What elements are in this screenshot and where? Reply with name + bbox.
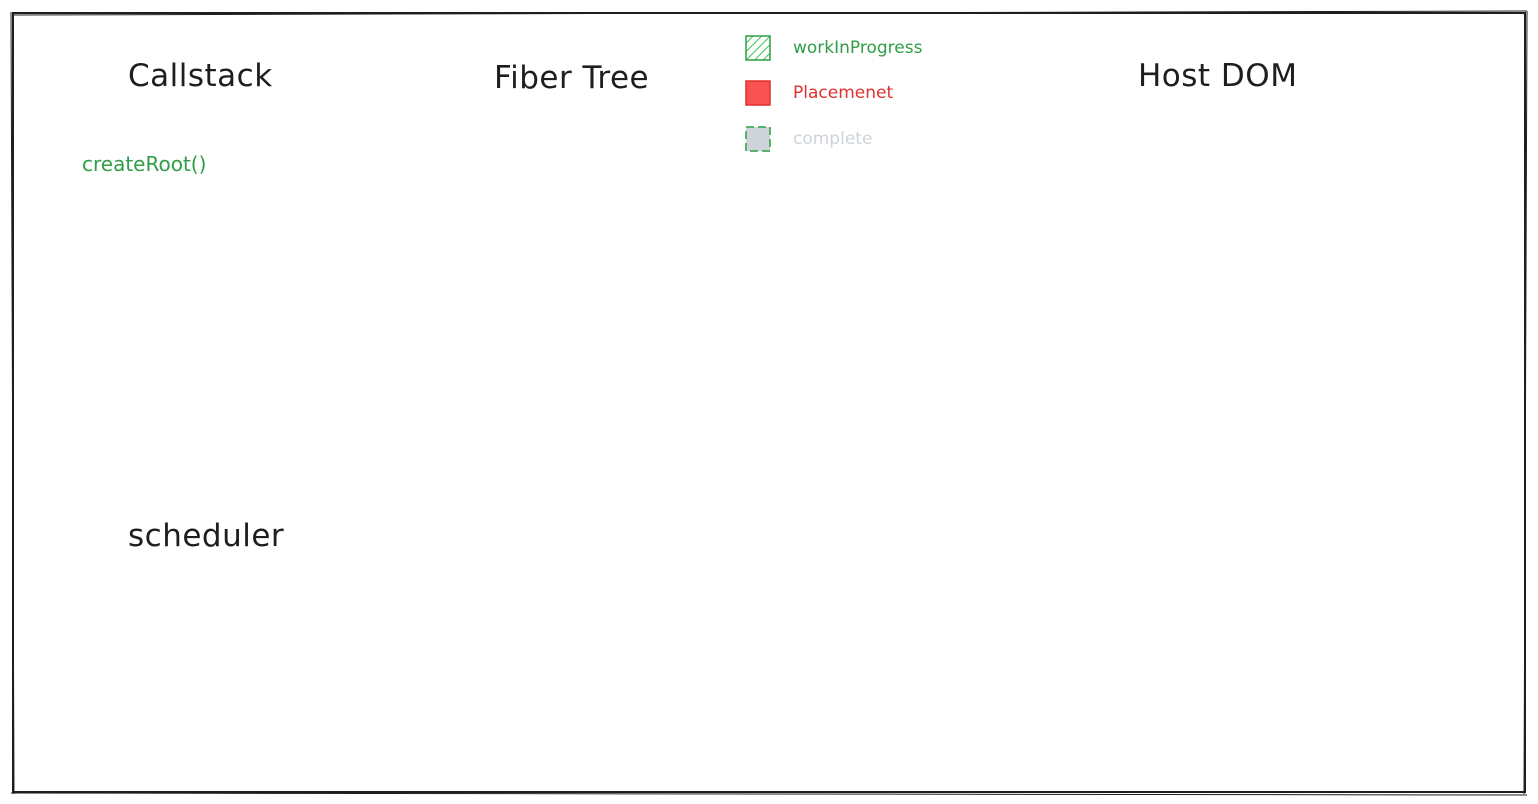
legend-label-complete: complete [793, 129, 873, 149]
legend-item-workinprogress: workInProgress [745, 33, 922, 63]
scheduler-heading: scheduler [128, 518, 285, 554]
fiber-tree-heading: Fiber Tree [494, 60, 650, 96]
callstack-item-createroot: createRoot() [82, 152, 207, 176]
legend-item-placement: Placemenet [745, 78, 893, 108]
gray-square-icon [745, 126, 771, 152]
legend-label-workinprogress: workInProgress [793, 38, 923, 58]
hatched-square-icon [745, 35, 771, 61]
outer-frame [10, 10, 1528, 796]
diagram-canvas: Callstack Fiber Tree Host DOM scheduler … [0, 0, 1538, 804]
callstack-heading: Callstack [128, 58, 273, 94]
host-dom-heading: Host DOM [1138, 58, 1298, 94]
red-square-icon [745, 80, 771, 106]
legend-label-placement: Placemenet [793, 83, 894, 103]
legend-item-complete: complete [745, 124, 872, 154]
